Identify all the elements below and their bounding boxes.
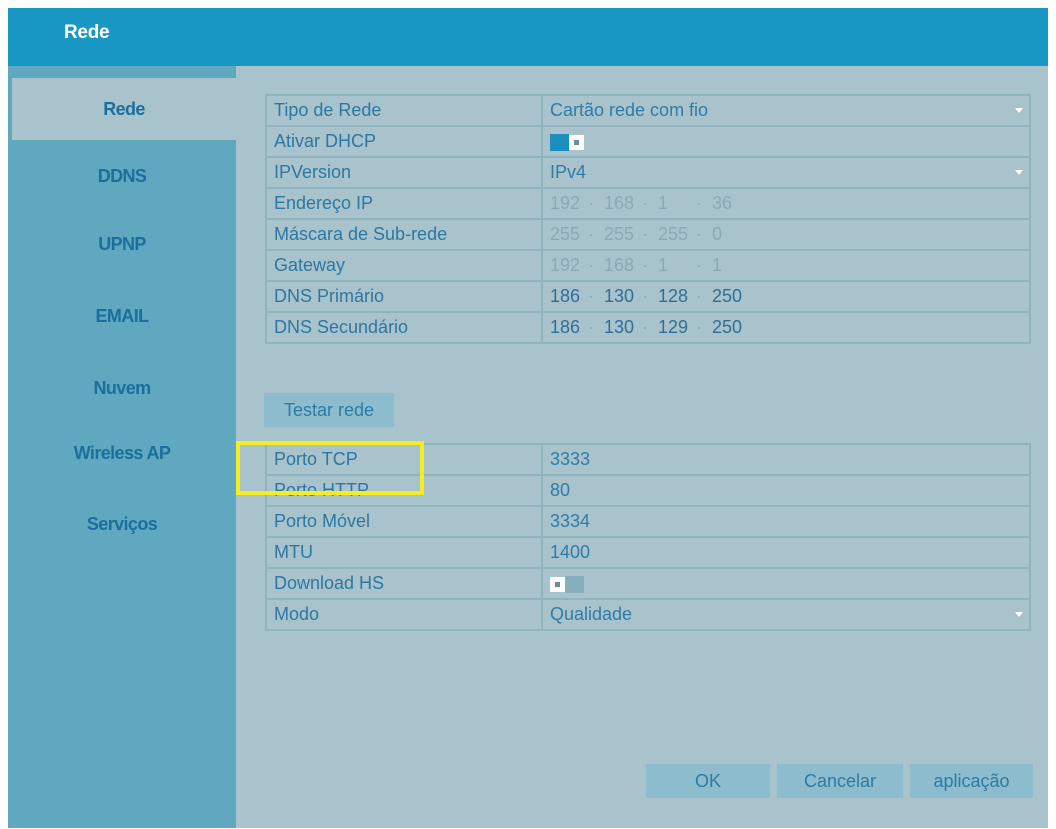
network-config-table: Tipo de Rede Cartão rede com fio Ativar … xyxy=(265,94,1031,344)
ativar-dhcp-label: Ativar DHCP xyxy=(265,125,543,158)
sidebar-item-rede[interactable]: Rede xyxy=(12,78,236,140)
tipo-de-rede-select[interactable]: Cartão rede com fio xyxy=(541,94,1031,127)
row-ipversion: IPVersion IPv4 xyxy=(265,156,1031,189)
porto-tcp-field[interactable]: 3333 xyxy=(541,443,1031,476)
sidebar-item-wireless-ap[interactable]: Wireless AP xyxy=(8,422,236,484)
highlight-box xyxy=(236,441,424,495)
cancel-button[interactable]: Cancelar xyxy=(777,764,903,798)
download-hs-label: Download HS xyxy=(265,567,543,600)
dns-secundario-field[interactable]: 186 · 130 · 129 · 250 xyxy=(541,311,1031,344)
gateway-field[interactable]: 192 · 168 · 1 · 1 xyxy=(541,249,1031,282)
row-ativar-dhcp: Ativar DHCP xyxy=(265,125,1031,158)
row-mtu: MTU 1400 xyxy=(265,536,1031,569)
title-bar: Rede xyxy=(8,8,1048,66)
modo-value: Qualidade xyxy=(550,604,633,624)
row-endereco-ip: Endereço IP 192 · 168 · 1 · 36 xyxy=(265,187,1031,220)
dns-secundario-label: DNS Secundário xyxy=(265,311,543,344)
chevron-down-icon xyxy=(1015,612,1023,617)
window-title: Rede xyxy=(64,22,110,43)
mtu-field[interactable]: 1400 xyxy=(541,536,1031,569)
row-dns-secundario: DNS Secundário 186 · 130 · 129 · 250 xyxy=(265,311,1031,344)
row-dns-primario: DNS Primário 186 · 130 · 128 · 250 xyxy=(265,280,1031,313)
mascara-label: Máscara de Sub-rede xyxy=(265,218,543,251)
network-settings-window: Rede Rede DDNS UPNP EMAIL Nuvem Wireless… xyxy=(8,8,1048,828)
gateway-label: Gateway xyxy=(265,249,543,282)
dhcp-toggle[interactable] xyxy=(550,133,584,151)
row-modo: Modo Qualidade xyxy=(265,598,1031,631)
sidebar-item-ddns[interactable]: DDNS xyxy=(8,145,236,207)
dns-primario-field[interactable]: 186 · 130 · 128 · 250 xyxy=(541,280,1031,313)
row-download-hs: Download HS xyxy=(265,567,1031,600)
ipversion-select[interactable]: IPv4 xyxy=(541,156,1031,189)
ipversion-value: IPv4 xyxy=(550,162,587,182)
ipversion-label: IPVersion xyxy=(265,156,543,189)
ok-button[interactable]: OK xyxy=(646,764,770,798)
tipo-de-rede-label: Tipo de Rede xyxy=(265,94,543,127)
porto-movel-label: Porto Móvel xyxy=(265,505,543,538)
sidebar-item-servicos[interactable]: Serviços xyxy=(8,493,236,555)
row-porto-movel: Porto Móvel 3334 xyxy=(265,505,1031,538)
row-gateway: Gateway 192 · 168 · 1 · 1 xyxy=(265,249,1031,282)
porto-movel-field[interactable]: 3334 xyxy=(541,505,1031,538)
mascara-field[interactable]: 255 · 255 · 255 · 0 xyxy=(541,218,1031,251)
apply-button[interactable]: aplicação xyxy=(910,764,1033,798)
sidebar: Rede DDNS UPNP EMAIL Nuvem Wireless AP S… xyxy=(8,66,236,828)
sidebar-item-email[interactable]: EMAIL xyxy=(8,285,236,347)
endereco-ip-label: Endereço IP xyxy=(265,187,543,220)
sidebar-item-upnp[interactable]: UPNP xyxy=(8,213,236,275)
mtu-label: MTU xyxy=(265,536,543,569)
dns-primario-label: DNS Primário xyxy=(265,280,543,313)
row-tipo-de-rede: Tipo de Rede Cartão rede com fio xyxy=(265,94,1031,127)
tipo-de-rede-value: Cartão rede com fio xyxy=(550,100,709,120)
download-hs-toggle[interactable] xyxy=(550,575,584,593)
sidebar-item-nuvem[interactable]: Nuvem xyxy=(8,357,236,419)
porto-http-field[interactable]: 80 xyxy=(541,474,1031,507)
modo-select[interactable]: Qualidade xyxy=(541,598,1031,631)
testar-rede-button[interactable]: Testar rede xyxy=(264,393,394,427)
row-mascara: Máscara de Sub-rede 255 · 255 · 255 · 0 xyxy=(265,218,1031,251)
modo-label: Modo xyxy=(265,598,543,631)
chevron-down-icon xyxy=(1015,108,1023,113)
endereco-ip-field[interactable]: 192 · 168 · 1 · 36 xyxy=(541,187,1031,220)
chevron-down-icon xyxy=(1015,170,1023,175)
